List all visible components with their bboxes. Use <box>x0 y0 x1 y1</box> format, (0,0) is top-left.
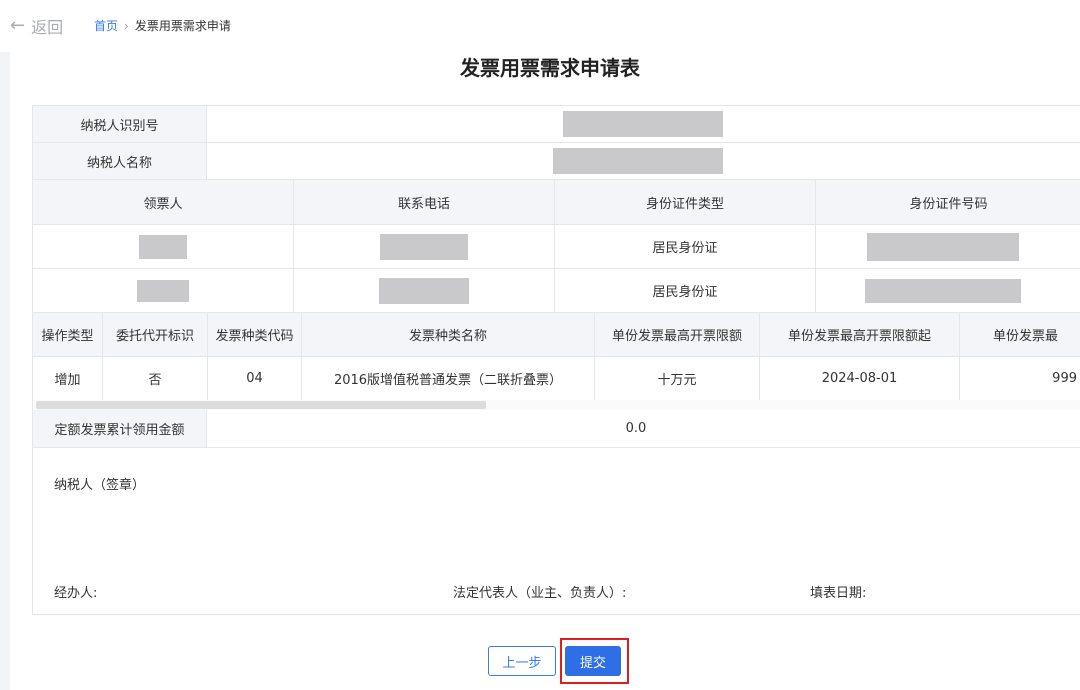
left-panel-edge <box>0 52 10 690</box>
recipient-phone-cell <box>294 269 555 312</box>
taxpayer-name-value <box>207 143 1080 179</box>
horizontal-scrollbar[interactable] <box>33 400 1080 410</box>
recipient-name-cell <box>33 225 294 268</box>
column-header: 单份发票最高开票限额 <box>595 313 760 356</box>
invoice-name-cell: 2016版增值税普通发票（二联折叠票） <box>302 357 595 400</box>
chevron-right-icon: › <box>124 18 129 33</box>
taxpayer-name-row: 纳税人名称 <box>33 143 1080 180</box>
invoice-last-cell: 999 <box>1052 371 1077 386</box>
application-form: 纳税人识别号 纳税人名称 领票人 联系电话 身份证件类型 身份证件号码 居民身份… <box>32 105 1080 615</box>
column-header: 操作类型 <box>33 313 103 356</box>
back-label: 返回 <box>31 18 64 37</box>
page-title: 发票用票需求申请表 <box>460 56 640 80</box>
redacted-block <box>553 148 723 174</box>
fill-date-label: 填表日期: <box>810 586 867 601</box>
column-header: 联系电话 <box>294 180 555 224</box>
taxpayer-id-row: 纳税人识别号 <box>33 106 1080 143</box>
column-header: 单份发票最高开票限额起 <box>760 313 960 356</box>
recipient-name-cell <box>33 269 294 312</box>
top-bar: ← 返回 首页 › 发票用票需求申请 <box>0 0 1080 52</box>
recipient-id-type-cell: 居民身份证 <box>555 269 816 312</box>
breadcrumb-current: 发票用票需求申请 <box>134 19 231 33</box>
back-button[interactable]: ← 返回 <box>10 14 63 38</box>
recipients-header-row: 领票人 联系电话 身份证件类型 身份证件号码 <box>33 180 1080 225</box>
column-header: 领票人 <box>33 180 294 224</box>
column-header: 发票种类名称 <box>302 313 595 356</box>
legal-rep-label: 法定代表人（业主、负责人）: <box>453 586 627 601</box>
column-header: 身份证件号码 <box>816 180 1080 224</box>
redacted-block <box>139 234 187 259</box>
recipient-row: 居民身份证 <box>33 225 1080 269</box>
redacted-block <box>380 233 468 260</box>
redacted-block <box>864 278 1021 303</box>
quota-amount: 0.0 <box>625 421 647 436</box>
invoice-delegate-cell: 否 <box>103 357 208 400</box>
signature-section: 纳税人（签章） 经办人: 法定代表人（业主、负责人）: 填表日期: <box>33 448 1080 614</box>
column-header: 身份证件类型 <box>555 180 816 224</box>
breadcrumb: 首页 › 发票用票需求申请 <box>94 17 231 34</box>
arrow-left-icon: ← <box>10 15 26 36</box>
taxpayer-id-label: 纳税人识别号 <box>33 106 207 142</box>
invoice-row: 增加 否 04 2016版增值税普通发票（二联折叠票） 十万元 2024-08-… <box>33 357 1080 400</box>
taxpayer-id-value <box>207 106 1080 142</box>
quota-label: 定额发票累计领用金额 <box>33 410 207 447</box>
redacted-block <box>379 277 469 304</box>
handler-label: 经办人: <box>54 586 98 601</box>
signature-label: 纳税人（签章） <box>54 478 146 493</box>
recipient-row: 居民身份证 <box>33 269 1080 313</box>
invoice-code-cell: 04 <box>208 357 302 400</box>
recipient-id-type-cell: 居民身份证 <box>555 225 816 268</box>
recipient-phone-cell <box>294 225 555 268</box>
quota-row: 定额发票累计领用金额 0.0 <box>33 410 1080 448</box>
breadcrumb-home-link[interactable]: 首页 <box>94 17 118 34</box>
column-header: 委托代开标识 <box>103 313 208 356</box>
invoice-limit-cell: 十万元 <box>595 357 760 400</box>
invoice-start-date-cell: 2024-08-01 <box>760 357 960 400</box>
invoice-header-row: 操作类型 委托代开标识 发票种类代码 发票种类名称 单份发票最高开票限额 单份发… <box>33 313 1080 357</box>
redacted-block <box>137 279 189 302</box>
taxpayer-name-label: 纳税人名称 <box>33 143 207 179</box>
prev-step-button[interactable]: 上一步 <box>488 646 556 676</box>
redacted-block <box>562 111 723 137</box>
column-header: 单份发票最 <box>960 313 1080 356</box>
recipient-id-number-cell <box>816 225 1080 268</box>
recipient-id-number-cell <box>816 269 1080 312</box>
quota-value: 0.0 <box>207 410 1080 447</box>
column-header: 发票种类代码 <box>208 313 302 356</box>
scrollbar-thumb[interactable] <box>36 401 486 409</box>
highlight-box <box>560 638 629 684</box>
invoice-operation-cell: 增加 <box>33 357 103 400</box>
redacted-block <box>866 232 1019 261</box>
